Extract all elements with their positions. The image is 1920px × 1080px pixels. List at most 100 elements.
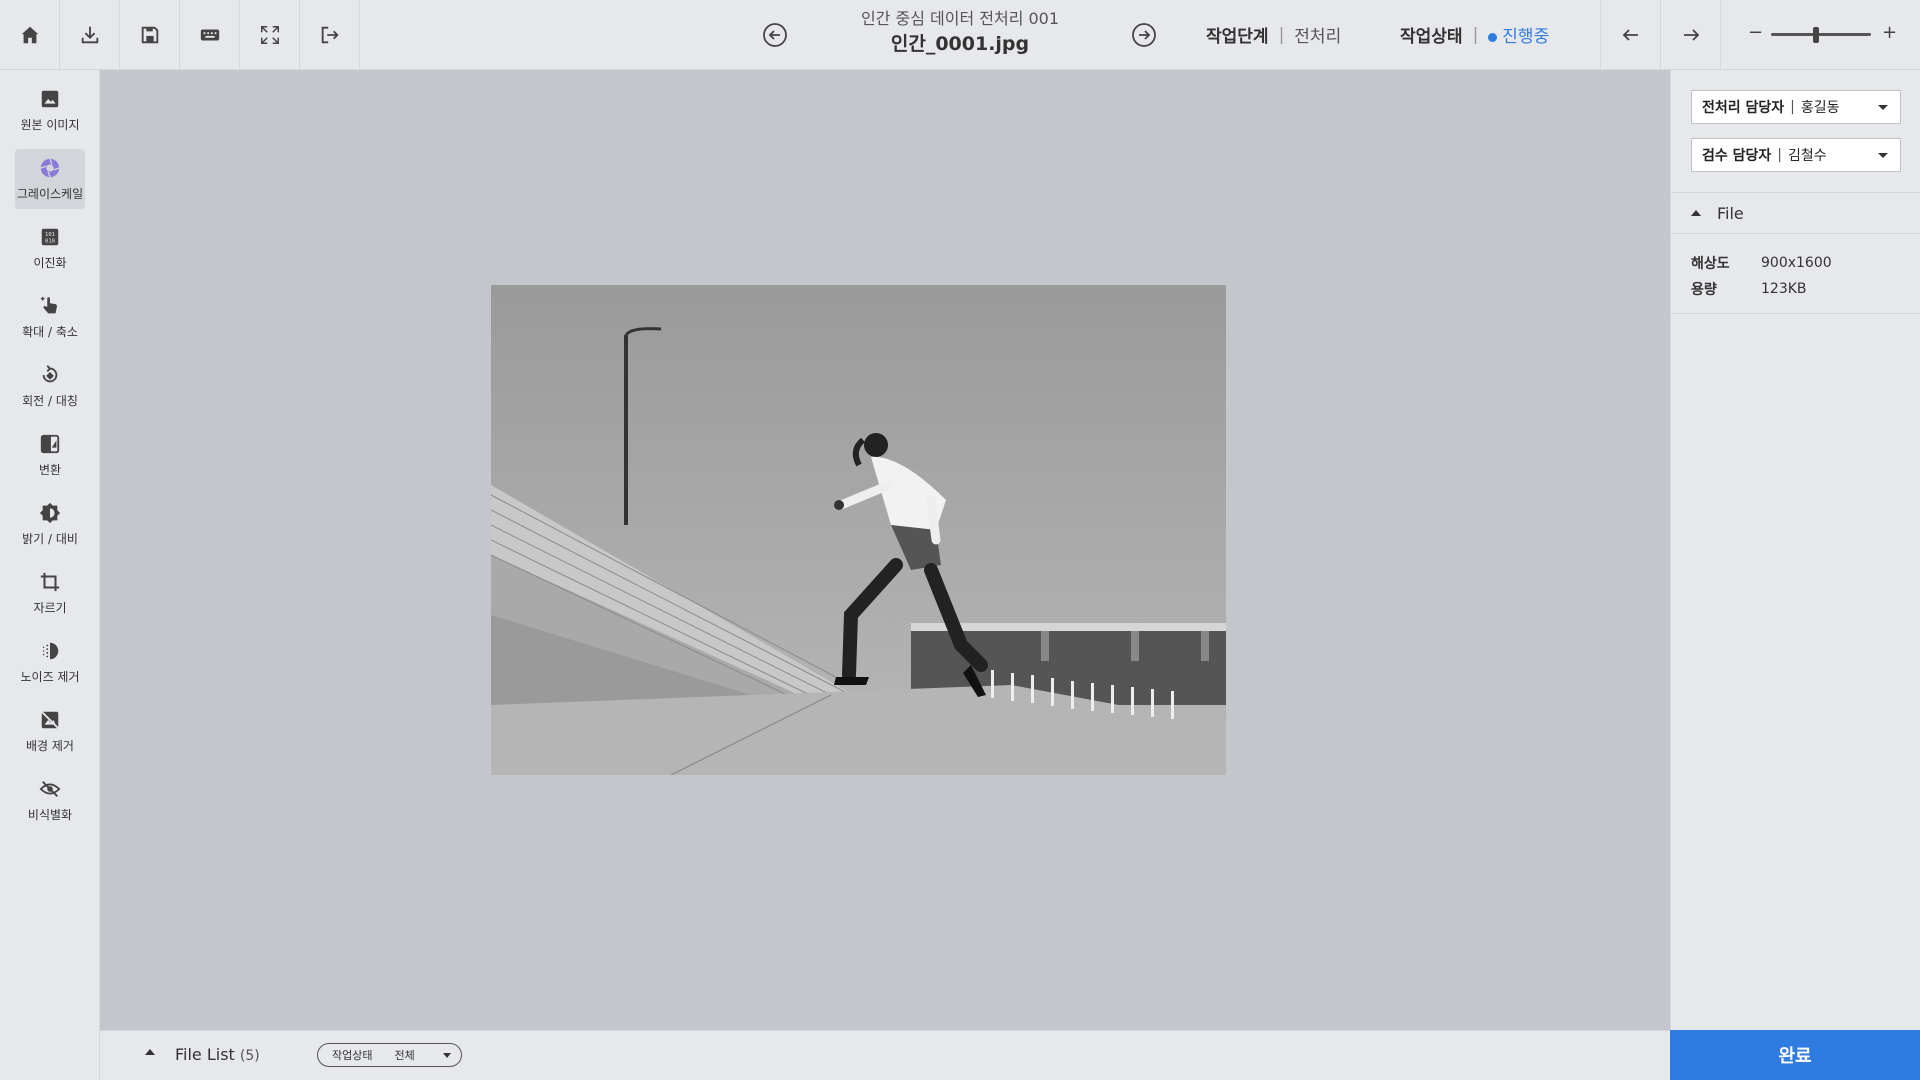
chevron-up-icon (1691, 210, 1701, 216)
keyboard-icon (200, 29, 219, 41)
work-stage: 작업단계 | 전처리 (1206, 22, 1342, 48)
file-section-title: File (1717, 203, 1744, 223)
status-filter-dropdown[interactable]: 작업상태 전체 (317, 1043, 462, 1067)
zoom-out-button[interactable]: − (1748, 22, 1763, 43)
tool-label: 회전 / 대칭 (22, 393, 78, 408)
separator: | (1278, 24, 1285, 45)
tool-grayscale[interactable]: 그레이스케일 (15, 149, 85, 209)
tool-label: 자르기 (33, 600, 67, 615)
image-icon (41, 90, 59, 107)
chevron-down-icon (1878, 105, 1888, 110)
arrow-right-icon (1683, 29, 1699, 41)
chevron-down-icon (443, 1053, 451, 1058)
tool-original-image[interactable]: 원본 이미지 (15, 80, 85, 140)
file-list-toggle-icon[interactable] (145, 1049, 155, 1055)
preprocessor-label: 전처리 담당자 (1702, 100, 1785, 116)
reviewer-select[interactable]: 검수 담당자 | 김철수 (1691, 138, 1901, 172)
complete-button[interactable]: 완료 (1670, 1030, 1920, 1080)
tool-denoise[interactable]: 노이즈 제거 (15, 632, 85, 692)
file-size-row: 용량 123KB (1691, 276, 1832, 302)
file-size-value: 123KB (1761, 281, 1807, 297)
tool-deidentify[interactable]: 비식별화 (15, 770, 85, 830)
work-status-value: 진행중 (1502, 27, 1550, 47)
separator: | (1777, 147, 1782, 163)
arrow-left-icon (1622, 29, 1638, 41)
file-list-title: File List (5) (175, 1045, 260, 1064)
download-icon (81, 26, 98, 44)
tool-rotate[interactable]: 회전 / 대칭 (15, 356, 85, 416)
preview-image[interactable] (491, 285, 1226, 775)
file-list-count: (5) (239, 1048, 260, 1064)
save-icon (141, 26, 158, 44)
status-filter-label: 작업상태 (332, 1049, 373, 1062)
tool-label: 배경 제거 (26, 738, 74, 753)
binarize-icon: 101010 (41, 228, 59, 245)
flip-icon (40, 434, 60, 453)
resolution-row: 해상도 900x1600 (1691, 250, 1832, 276)
tool-brightness[interactable]: 밝기 / 대비 (15, 494, 85, 554)
save-button[interactable] (120, 0, 180, 70)
reviewer-value: 김철수 (1788, 148, 1827, 164)
tool-zoom[interactable]: 확대 / 축소 (15, 287, 85, 347)
download-button[interactable] (60, 0, 120, 70)
svg-text:101: 101 (45, 232, 55, 238)
zoom-in-button[interactable]: + (1882, 22, 1897, 43)
home-button[interactable] (0, 0, 60, 70)
tool-label: 밝기 / 대비 (22, 531, 78, 546)
file-name: 인간_0001.jpg (890, 33, 1030, 55)
resolution-value: 900x1600 (1761, 255, 1832, 271)
tool-binarize[interactable]: 101 010 이진화 (15, 218, 85, 278)
previous-file-circle-icon[interactable] (762, 22, 788, 48)
info-panel: 전처리 담당자 | 홍길동 검수 담당자 | 김철수 File 해상도 900x… (1670, 70, 1920, 1030)
home-icon (21, 26, 38, 44)
file-list-bar: File List (5) 작업상태 전체 (100, 1030, 1670, 1080)
tool-label: 확대 / 축소 (22, 324, 78, 339)
denoise-icon (42, 642, 59, 659)
remove-background-icon (41, 710, 59, 729)
work-stage-value: 전처리 (1294, 27, 1342, 47)
undo-button[interactable] (1600, 0, 1660, 70)
logout-button[interactable] (300, 0, 360, 70)
status-filter-value: 전체 (394, 1049, 415, 1062)
tool-label: 비식별화 (27, 807, 73, 822)
preprocessor-value: 홍길동 (1800, 100, 1840, 116)
rotate-icon (42, 364, 58, 382)
tool-label: 그레이스케일 (16, 186, 84, 201)
fullscreen-button[interactable] (240, 0, 300, 70)
work-stage-label: 작업단계 (1206, 27, 1269, 47)
file-title: 인간 중심 데이터 전처리 001 인간_0001.jpg (810, 8, 1110, 58)
image-canvas[interactable] (100, 70, 1670, 1030)
separator: | (1472, 24, 1479, 45)
file-section-header[interactable]: File (1671, 192, 1920, 234)
work-status-label: 작업상태 (1400, 27, 1463, 47)
crop-icon (40, 572, 60, 591)
tool-label: 이진화 (33, 255, 67, 270)
tool-crop[interactable]: 자르기 (15, 563, 85, 623)
tool-transform[interactable]: 변환 (15, 425, 85, 485)
tool-label: 변환 (38, 462, 62, 477)
preprocessor-select[interactable]: 전처리 담당자 | 홍길동 (1691, 90, 1901, 124)
svg-text:010: 010 (45, 238, 55, 244)
redo-button[interactable] (1660, 0, 1720, 70)
tool-remove-background[interactable]: 배경 제거 (15, 701, 85, 761)
zoom-control: − + (1720, 0, 1920, 70)
status-dot-icon (1488, 33, 1498, 42)
zoom-slider-handle[interactable] (1813, 27, 1819, 43)
next-file-circle-icon[interactable] (1131, 22, 1157, 48)
work-status: 작업상태 | 진행중 (1400, 22, 1550, 48)
grayscale-icon (40, 158, 60, 177)
divider (1671, 313, 1920, 314)
tool-label: 원본 이미지 (20, 117, 80, 132)
file-size-label: 용량 (1691, 282, 1717, 298)
zoom-slider[interactable] (1771, 33, 1871, 36)
project-subtitle: 인간 중심 데이터 전처리 001 (860, 9, 1060, 28)
fullscreen-icon (260, 26, 279, 44)
reviewer-label: 검수 담당자 (1702, 148, 1772, 164)
tool-sidebar: 원본 이미지 그레이스케일 101 010 이진화 확대 / 축소 회전 / 대칭… (0, 70, 100, 1080)
file-list-label: File List (175, 1045, 235, 1064)
chevron-down-icon (1878, 153, 1888, 158)
separator: | (1790, 99, 1795, 115)
keyboard-shortcuts-button[interactable] (180, 0, 240, 70)
tool-label: 노이즈 제거 (20, 669, 80, 684)
brightness-icon (39, 502, 61, 523)
